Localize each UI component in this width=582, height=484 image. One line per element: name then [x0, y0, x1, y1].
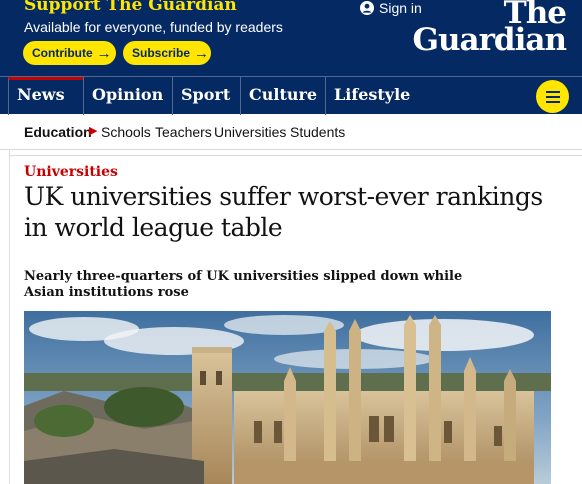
hamburger-icon-bar [545, 95, 560, 98]
arrow-right-icon: → [194, 44, 210, 62]
nav-item-opinion[interactable]: Opinion [83, 77, 172, 115]
guardian-logo[interactable]: The Guardian [412, 0, 567, 58]
content-divider [9, 155, 582, 156]
nav-item-news[interactable]: News [8, 77, 84, 115]
support-title: Support The Guardian [24, 0, 237, 15]
article-main-image [24, 311, 551, 484]
article-standfirst: Nearly three-quarters of UK universities… [24, 269, 463, 300]
arrow-right-icon: → [96, 44, 112, 62]
subnav-item-universities[interactable]: Universities [214, 124, 286, 140]
article-headline: UK universities suffer worst-ever rankin… [24, 182, 543, 242]
subnav-item-students[interactable]: Students [290, 124, 345, 140]
subnav-item-teachers[interactable]: Teachers [155, 124, 212, 140]
subscribe-button[interactable]: Subscribe → [123, 41, 211, 65]
logo-line-2: Guardian [412, 22, 567, 58]
contribute-label: Contribute [32, 46, 93, 60]
nav-item-culture[interactable]: Culture [240, 77, 325, 115]
support-subtitle: Available for everyone, funded by reader… [24, 19, 283, 35]
subnav-section-education[interactable]: Education [24, 124, 92, 140]
section-subnav: Education ▶ Schools Teachers Universitie… [0, 114, 582, 150]
menu-button[interactable] [536, 80, 569, 113]
primary-nav: News Opinion Sport Culture Lifestyle [0, 76, 582, 115]
triangle-right-icon: ▶ [89, 125, 98, 137]
article-kicker[interactable]: Universities [24, 164, 118, 180]
content-divider [9, 150, 10, 484]
hamburger-icon-bar [545, 100, 560, 103]
hamburger-icon-bar [545, 90, 560, 93]
subscribe-label: Subscribe [132, 46, 191, 60]
subnav-item-schools[interactable]: Schools [101, 124, 151, 140]
nav-item-lifestyle[interactable]: Lifestyle [325, 77, 415, 115]
contribute-button[interactable]: Contribute → [23, 41, 116, 65]
nav-item-sport[interactable]: Sport [172, 77, 240, 115]
masthead: Support The Guardian Available for every… [0, 0, 582, 76]
user-icon [360, 1, 374, 15]
